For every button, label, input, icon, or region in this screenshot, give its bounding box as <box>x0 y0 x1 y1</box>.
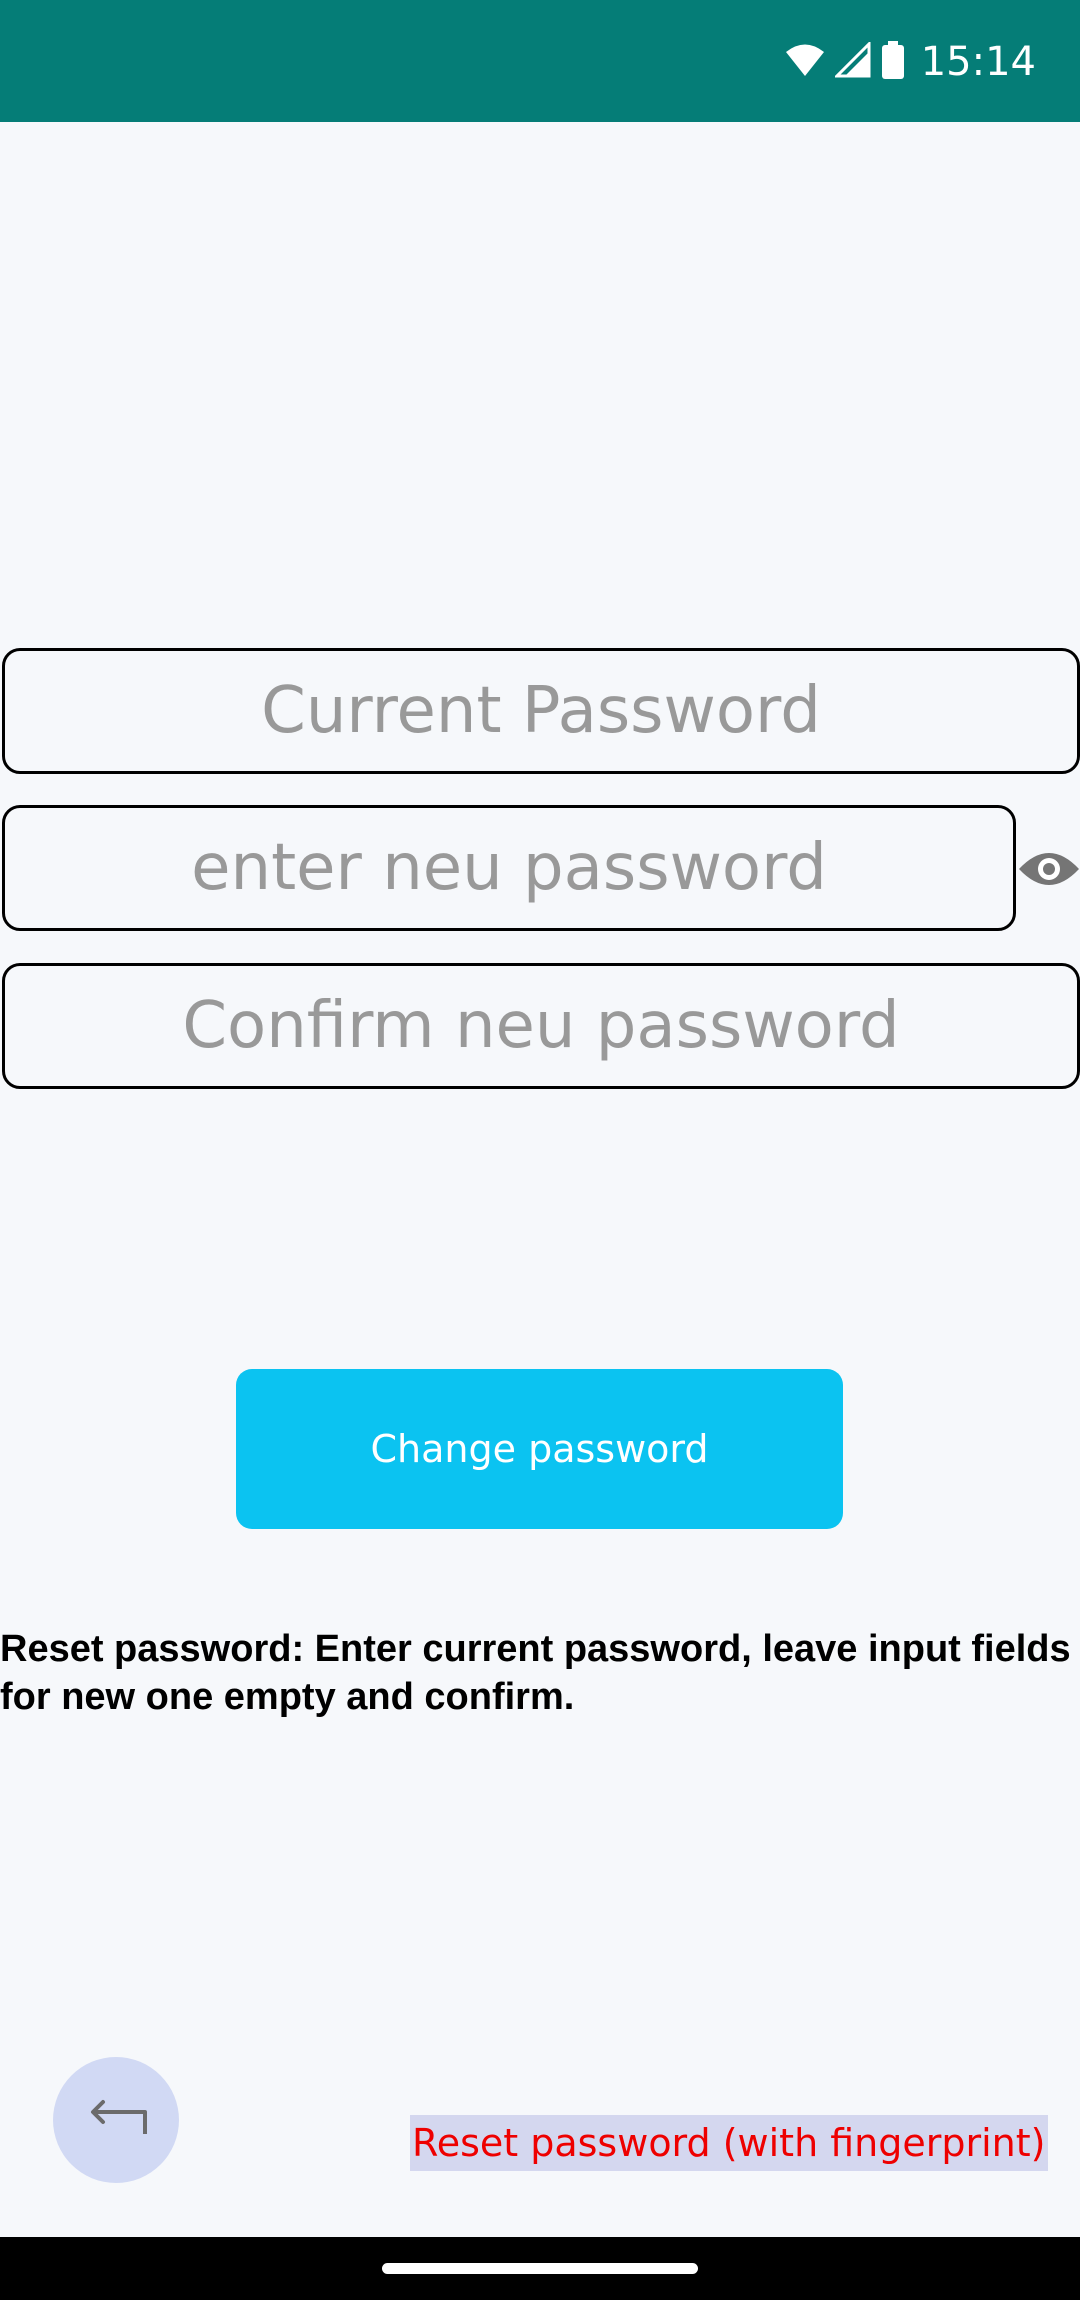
confirm-password-placeholder: Confirm neu password <box>182 989 900 1063</box>
home-indicator[interactable] <box>382 2263 698 2274</box>
eye-icon[interactable] <box>1018 847 1080 891</box>
reset-hint-text: Reset password: Enter current password, … <box>0 1628 1071 1718</box>
reset-password-fingerprint-link[interactable]: Reset password (with fingerprint) <box>410 2115 1048 2171</box>
navigation-bar <box>0 2237 1080 2300</box>
back-arrow-icon <box>81 2098 151 2143</box>
current-password-field[interactable]: Current Password <box>2 648 1080 774</box>
confirm-password-field[interactable]: Confirm neu password <box>2 963 1080 1089</box>
status-time: 15:14 <box>920 39 1036 85</box>
back-button[interactable] <box>53 2057 179 2183</box>
cell-signal-icon <box>833 39 871 83</box>
battery-icon <box>881 40 905 84</box>
status-icons: 15:14 <box>785 34 1036 90</box>
new-password-field[interactable]: enter neu password <box>2 805 1016 931</box>
new-password-placeholder: enter neu password <box>191 831 827 905</box>
current-password-placeholder: Current Password <box>261 674 821 748</box>
status-bar: 15:14 <box>0 0 1080 122</box>
change-password-label: Change password <box>370 1427 709 1471</box>
change-password-button[interactable]: Change password <box>236 1369 843 1529</box>
wifi-icon <box>785 43 825 82</box>
